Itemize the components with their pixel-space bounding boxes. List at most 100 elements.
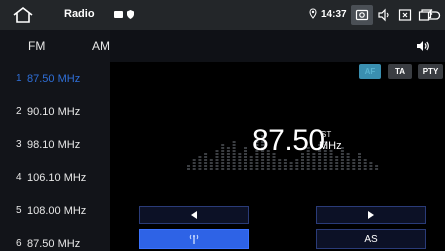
pty-button[interactable]: PTY — [418, 64, 443, 79]
spectrum-segment — [255, 165, 259, 167]
triangle-right-icon — [368, 211, 374, 219]
spectrum-segment — [346, 153, 350, 155]
spectrum-segment — [312, 165, 316, 167]
spectrum-segment — [352, 165, 356, 167]
location-icon — [309, 8, 317, 19]
band-fm-tab[interactable]: FM — [28, 39, 45, 53]
spectrum-segment — [192, 165, 196, 167]
spectrum-segment — [261, 159, 265, 161]
spectrum-segment — [283, 168, 287, 170]
spectrum-segment — [289, 162, 293, 164]
spectrum-segment — [198, 168, 202, 170]
spectrum-segment — [249, 162, 253, 164]
spectrum-segment — [226, 168, 230, 170]
spectrum-segment — [312, 162, 316, 164]
preset-number: 3 — [16, 139, 22, 150]
spectrum-segment — [221, 144, 225, 146]
preset-item-2[interactable]: 2 90.10 MHz — [0, 95, 110, 128]
spectrum-segment — [204, 159, 208, 161]
spectrum-segment — [244, 159, 247, 161]
spectrum-segment — [278, 162, 282, 164]
spectrum-segment — [221, 168, 225, 170]
spectrum-segment — [232, 165, 236, 167]
spectrum-segment — [244, 165, 247, 167]
spectrum-segment — [249, 168, 253, 170]
spectrum-segment — [198, 159, 202, 161]
spectrum-segment — [221, 162, 225, 164]
volume-icon[interactable] — [373, 5, 395, 25]
preset-item-5[interactable]: 5 108.00 MHz — [0, 194, 110, 227]
spectrum-segment — [358, 159, 361, 161]
preset-item-3[interactable]: 3 98.10 MHz — [0, 128, 110, 161]
spectrum-segment — [369, 165, 373, 167]
back-icon[interactable] — [423, 5, 445, 25]
spectrum-segment — [238, 162, 242, 164]
af-button[interactable]: AF — [359, 64, 381, 79]
app-title: Radio — [64, 8, 95, 20]
spectrum-segment — [221, 150, 225, 152]
speaker-icon[interactable] — [416, 40, 430, 52]
preset-frequency: 106.10 MHz — [27, 171, 87, 184]
spectrum-segment — [329, 159, 333, 161]
triangle-left-icon — [191, 211, 197, 219]
band-am-tab[interactable]: AM — [92, 39, 110, 53]
spectrum-segment — [340, 165, 344, 167]
spectrum-segment — [329, 165, 333, 167]
spectrum-segment — [301, 168, 304, 170]
spectrum-segment — [346, 159, 350, 161]
spectrum-segment — [266, 159, 270, 161]
preset-item-4[interactable]: 4 106.10 MHz — [0, 161, 110, 194]
antenna-icon — [189, 234, 199, 244]
home-icon[interactable] — [12, 6, 34, 24]
spectrum-segment — [323, 165, 327, 167]
spectrum-segment — [261, 162, 265, 164]
spectrum-segment — [272, 165, 276, 167]
preset-number: 2 — [16, 106, 22, 117]
seek-prev-button[interactable] — [139, 206, 249, 224]
spectrum-segment — [266, 165, 270, 167]
spectrum-segment — [375, 165, 379, 167]
spectrum-segment — [198, 162, 202, 164]
current-frequency: 87.50 — [252, 124, 325, 157]
spectrum-segment — [221, 147, 225, 149]
spectrum-segment — [187, 165, 190, 167]
spectrum-segment — [283, 162, 287, 164]
spectrum-segment — [215, 153, 219, 155]
spectrum-segment — [363, 159, 367, 161]
spectrum-segment — [221, 159, 225, 161]
spectrum-segment — [261, 168, 265, 170]
spectrum-segment — [261, 165, 265, 167]
screenshot-icon[interactable] — [351, 5, 373, 25]
spectrum-segment — [289, 165, 293, 167]
preset-item-1[interactable]: 1 87.50 MHz — [0, 62, 110, 95]
close-window-icon[interactable] — [394, 5, 416, 25]
spectrum-segment — [301, 165, 304, 167]
spectrum-segment — [335, 162, 339, 164]
status-bar: Radio 14:37 — [0, 0, 445, 30]
spectrum-segment — [346, 156, 350, 158]
spectrum-segment — [226, 150, 230, 152]
spectrum-segment — [249, 165, 253, 167]
seek-next-button[interactable] — [316, 206, 426, 224]
spectrum-segment — [323, 162, 327, 164]
spectrum-segment — [226, 153, 230, 155]
spectrum-segment — [226, 156, 230, 158]
shield-icon — [127, 10, 134, 19]
auto-store-button[interactable]: AS — [316, 229, 426, 249]
spectrum-segment — [238, 165, 242, 167]
spectrum-segment — [266, 162, 270, 164]
spectrum-segment — [255, 168, 259, 170]
spectrum-segment — [346, 168, 350, 170]
spectrum-segment — [335, 159, 339, 161]
scan-button[interactable] — [139, 229, 249, 249]
preset-list: 1 87.50 MHz 2 90.10 MHz 3 98.10 MHz 4 10… — [0, 62, 110, 251]
sd-card-icon — [114, 11, 123, 18]
preset-item-6[interactable]: 6 87.50 MHz — [0, 227, 110, 251]
spectrum-segment — [244, 153, 247, 155]
spectrum-segment — [318, 162, 322, 164]
spectrum-segment — [204, 165, 208, 167]
spectrum-segment — [369, 168, 373, 170]
ta-button[interactable]: TA — [388, 64, 412, 79]
spectrum-segment — [221, 165, 225, 167]
spectrum-segment — [358, 168, 361, 170]
